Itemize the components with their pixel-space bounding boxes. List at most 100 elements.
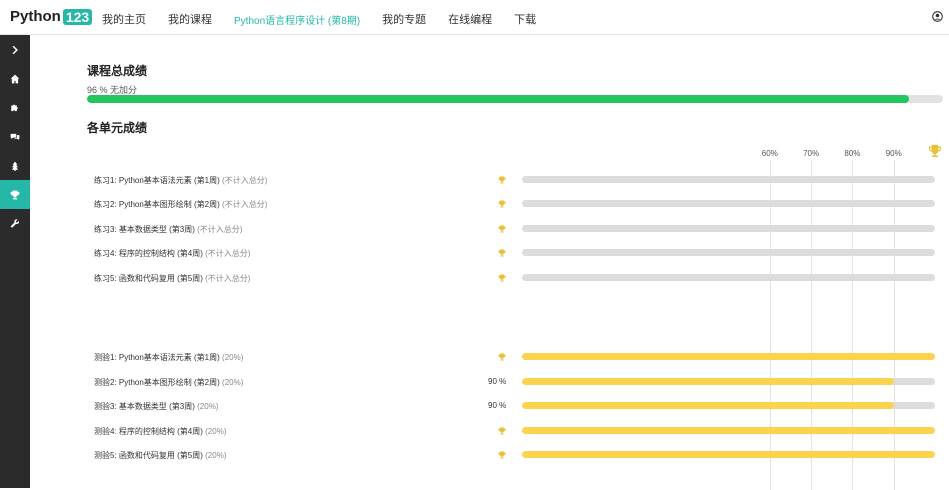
unit-name: 测验1: Python基本语法元素 (第1周) (20%): [94, 352, 243, 363]
unit-row[interactable]: 练习2: Python基本图形绘制 (第2周) (不计入总分): [94, 199, 944, 213]
unit-progress-fill: [522, 427, 935, 434]
sidebar: [0, 35, 30, 488]
site-logo[interactable]: Python 123: [10, 8, 92, 25]
trophy-icon: [498, 176, 506, 184]
home-icon: [10, 74, 20, 84]
unit-note: (不计入总分): [205, 249, 250, 258]
unit-title: 测验2: Python基本图形绘制 (第2周): [94, 378, 220, 387]
unit-progress-bar: [522, 353, 935, 360]
chevron-right-icon: [10, 45, 20, 55]
overall-progress-bar: [87, 95, 943, 103]
trophy-icon: [498, 249, 506, 257]
nav-item[interactable]: 下载: [514, 11, 536, 27]
unit-note: (20%): [222, 353, 243, 362]
trophy-icon: [498, 353, 506, 361]
nav-item[interactable]: 我的主页: [102, 11, 146, 27]
unit-row[interactable]: 测验3: 基本数据类型 (第3周) (20%) 90 %: [94, 401, 944, 415]
unit-name: 测验2: Python基本图形绘制 (第2周) (20%): [94, 377, 243, 388]
unit-title: 练习4: 程序的控制结构 (第4周): [94, 249, 203, 258]
unit-note: (20%): [205, 427, 226, 436]
unit-row[interactable]: 练习4: 程序的控制结构 (第4周) (不计入总分): [94, 248, 944, 262]
unit-title: 测验3: 基本数据类型 (第3周): [94, 402, 195, 411]
unit-progress-bar: [522, 451, 935, 458]
unit-title: 练习3: 基本数据类型 (第3周): [94, 225, 195, 234]
unit-progress-bar: [522, 402, 935, 409]
nav-item[interactable]: Python语言程序设计 (第8期): [234, 12, 360, 27]
nav-item[interactable]: 在线编程: [448, 11, 492, 27]
unit-row[interactable]: 练习3: 基本数据类型 (第3周) (不计入总分): [94, 224, 944, 238]
trophy-icon: [498, 200, 506, 208]
unit-title: 测验1: Python基本语法元素 (第1周): [94, 353, 220, 362]
unit-name: 测验3: 基本数据类型 (第3周) (20%): [94, 401, 218, 412]
unit-note: (不计入总分): [222, 176, 267, 185]
unit-note: (不计入总分): [197, 225, 242, 234]
unit-row[interactable]: 练习5: 函数和代码复用 (第5周) (不计入总分): [94, 273, 944, 287]
unit-note: (不计入总分): [222, 200, 267, 209]
unit-row[interactable]: 测验1: Python基本语法元素 (第1周) (20%): [94, 352, 944, 366]
unit-note: (不计入总分): [205, 274, 250, 283]
sidebar-item[interactable]: [0, 35, 30, 64]
scale-label: 90%: [886, 149, 902, 158]
unit-row[interactable]: 测验5: 函数和代码复用 (第5周) (20%): [94, 450, 944, 464]
overall-progress-fill: [87, 95, 909, 103]
nav-item[interactable]: 我的课程: [168, 11, 212, 27]
trophy-icon: [10, 190, 20, 200]
unit-name: 练习3: 基本数据类型 (第3周) (不计入总分): [94, 224, 242, 235]
unit-title: 练习5: 函数和代码复用 (第5周): [94, 274, 203, 283]
sidebar-item[interactable]: [0, 64, 30, 93]
sidebar-item[interactable]: [0, 151, 30, 180]
nav-item[interactable]: 我的专题: [382, 11, 426, 27]
unit-note: (20%): [205, 451, 226, 460]
main-nav: 我的主页 我的课程 Python语言程序设计 (第8期) 我的专题 在线编程 下载: [102, 11, 558, 27]
unit-progress-bar: [522, 176, 935, 183]
unit-progress-bar: [522, 225, 935, 232]
unit-row[interactable]: 测验2: Python基本图形绘制 (第2周) (20%) 90 %: [94, 377, 944, 391]
unit-note: (20%): [197, 402, 218, 411]
trophy-icon: [498, 427, 506, 435]
user-icon[interactable]: [932, 11, 943, 22]
unit-title: 测验4: 程序的控制结构 (第4周): [94, 427, 203, 436]
sidebar-item[interactable]: [0, 209, 30, 238]
unit-progress-fill: [522, 451, 935, 458]
unit-progress-bar: [522, 274, 935, 281]
sidebar-item[interactable]: [0, 122, 30, 151]
unit-name: 练习5: 函数和代码复用 (第5周) (不计入总分): [94, 273, 250, 284]
scale-label: 60%: [762, 149, 778, 158]
unit-name: 测验5: 函数和代码复用 (第5周) (20%): [94, 450, 226, 461]
scale-label: 80%: [844, 149, 860, 158]
units-title: 各单元成绩: [87, 119, 147, 136]
unit-score: 90 %: [488, 401, 506, 410]
trophy-icon: [928, 144, 942, 158]
unit-progress-bar: [522, 427, 935, 434]
unit-progress-fill: [522, 378, 894, 385]
trophy-icon: [498, 274, 506, 282]
logo-text: Python: [10, 8, 61, 25]
sidebar-item[interactable]: [0, 180, 30, 209]
unit-progress-fill: [522, 402, 894, 409]
unit-title: 练习1: Python基本语法元素 (第1周): [94, 176, 220, 185]
overall-title: 课程总成绩: [87, 62, 147, 79]
tree-icon: [10, 161, 20, 171]
unit-progress-fill: [522, 353, 935, 360]
unit-name: 练习4: 程序的控制结构 (第4周) (不计入总分): [94, 248, 250, 259]
unit-progress-bar: [522, 378, 935, 385]
unit-progress-bar: [522, 249, 935, 256]
unit-title: 练习2: Python基本图形绘制 (第2周): [94, 200, 220, 209]
unit-name: 测验4: 程序的控制结构 (第4周) (20%): [94, 426, 226, 437]
unit-row[interactable]: 测验4: 程序的控制结构 (第4周) (20%): [94, 426, 944, 440]
wrench-icon: [10, 219, 20, 229]
trophy-icon: [498, 451, 506, 459]
unit-title: 测验5: 函数和代码复用 (第5周): [94, 451, 203, 460]
puzzle-icon: [10, 103, 20, 113]
logo-number: 123: [63, 9, 92, 25]
sidebar-item[interactable]: [0, 93, 30, 122]
unit-name: 练习2: Python基本图形绘制 (第2周) (不计入总分): [94, 199, 267, 210]
trophy-icon: [498, 225, 506, 233]
scale-label: 70%: [803, 149, 819, 158]
main-content: 课程总成绩 96 % 无加分 各单元成绩 60%70%80%90% 练习1: P…: [30, 35, 949, 488]
unit-row[interactable]: 练习1: Python基本语法元素 (第1周) (不计入总分): [94, 175, 944, 189]
unit-note: (20%): [222, 378, 243, 387]
comments-icon: [10, 132, 20, 142]
unit-score: 90 %: [488, 377, 506, 386]
unit-progress-bar: [522, 200, 935, 207]
